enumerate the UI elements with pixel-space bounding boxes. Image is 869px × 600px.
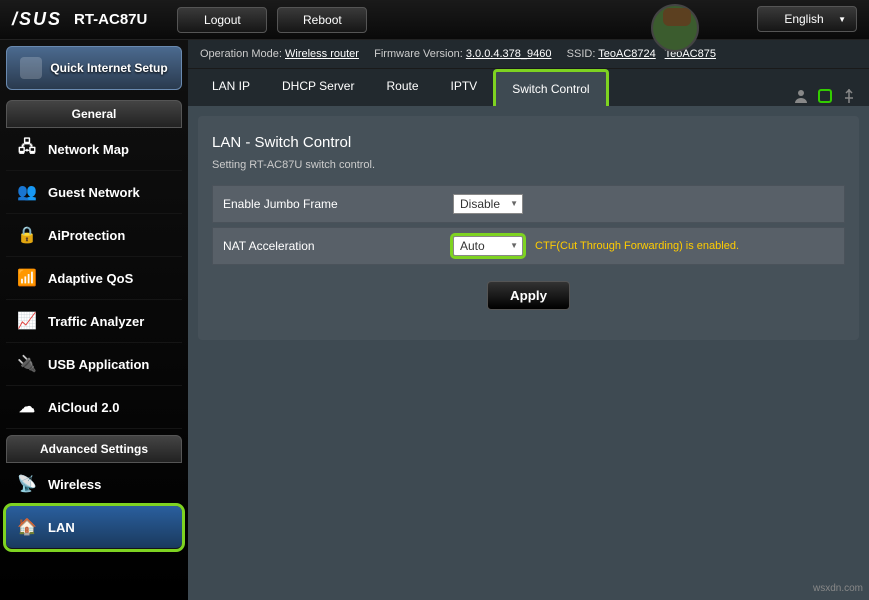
- nav-label: AiCloud 2.0: [48, 400, 120, 415]
- logout-button[interactable]: Logout: [177, 7, 267, 33]
- nav-label: AiProtection: [48, 228, 125, 243]
- link-icon[interactable]: [817, 88, 833, 104]
- op-mode-label: Operation Mode:: [200, 48, 282, 60]
- nav-icon: ☁: [16, 396, 38, 418]
- setting-select[interactable]: Disable: [453, 194, 523, 214]
- sidebar-item-adaptive-qos[interactable]: 📶 Adaptive QoS: [6, 257, 182, 300]
- advanced-header: Advanced Settings: [6, 435, 182, 463]
- topbar: /SUS RT-AC87U Logout Reboot English: [0, 0, 869, 40]
- nav-icon: 🔌: [16, 353, 38, 375]
- nav-label: Wireless: [48, 477, 101, 492]
- apply-button[interactable]: Apply: [487, 281, 570, 310]
- sidebar-item-network-map[interactable]: 🖧 Network Map: [6, 128, 182, 171]
- nav-label: Network Map: [48, 142, 129, 157]
- sidebar-item-aicloud-2-0[interactable]: ☁ AiCloud 2.0: [6, 386, 182, 429]
- nav-icon: 🔒: [16, 224, 38, 246]
- nav-label: Guest Network: [48, 185, 140, 200]
- language-select[interactable]: English: [757, 6, 857, 32]
- setting-select[interactable]: Auto: [453, 236, 523, 256]
- setting-row: NAT AccelerationAuto CTF(Cut Through Forw…: [212, 227, 845, 265]
- setting-row: Enable Jumbo FrameDisable: [212, 185, 845, 223]
- tab-lan-ip[interactable]: LAN IP: [196, 69, 266, 106]
- nav-label: Traffic Analyzer: [48, 314, 144, 329]
- brand-logo: /SUS: [12, 9, 62, 30]
- tabs: LAN IPDHCP ServerRouteIPTVSwitch Control: [188, 69, 869, 106]
- general-header: General: [6, 100, 182, 128]
- sidebar-item-traffic-analyzer[interactable]: 📈 Traffic Analyzer: [6, 300, 182, 343]
- reboot-button[interactable]: Reboot: [277, 7, 367, 33]
- sidebar: Quick Internet Setup General 🖧 Network Ma…: [0, 40, 188, 600]
- fw-label: Firmware Version:: [374, 48, 463, 60]
- setting-label: NAT Acceleration: [223, 239, 453, 253]
- user-icon[interactable]: [793, 88, 809, 104]
- container: Quick Internet Setup General 🖧 Network Ma…: [0, 40, 869, 600]
- nav-icon: 👥: [16, 181, 38, 203]
- sidebar-item-wireless[interactable]: 📡 Wireless: [6, 463, 182, 506]
- setting-label: Enable Jumbo Frame: [223, 197, 453, 211]
- wand-icon: [20, 57, 42, 79]
- status-bar: Operation Mode: Wireless router Firmware…: [188, 40, 869, 69]
- nav-label: USB Application: [48, 357, 149, 372]
- sidebar-item-guest-network[interactable]: 👥 Guest Network: [6, 171, 182, 214]
- quick-internet-setup-button[interactable]: Quick Internet Setup: [6, 46, 182, 90]
- nav-icon: 📡: [16, 473, 38, 495]
- avatar-icon: [651, 4, 699, 52]
- setting-note: CTF(Cut Through Forwarding) is enabled.: [535, 240, 739, 252]
- main-panel: Operation Mode: Wireless router Firmware…: [188, 40, 869, 600]
- tab-iptv[interactable]: IPTV: [435, 69, 494, 106]
- settings-panel: LAN - Switch Control Setting RT-AC87U sw…: [198, 116, 859, 340]
- nav-icon: 🖧: [16, 138, 38, 160]
- status-icons: [793, 88, 857, 104]
- tab-dhcp-server[interactable]: DHCP Server: [266, 69, 370, 106]
- nav-icon: 📈: [16, 310, 38, 332]
- sidebar-item-lan[interactable]: 🏠 LAN: [6, 506, 182, 549]
- tab-switch-control[interactable]: Switch Control: [493, 69, 608, 106]
- nav-label: Adaptive QoS: [48, 271, 133, 286]
- usb-icon[interactable]: [841, 88, 857, 104]
- nav-icon: 📶: [16, 267, 38, 289]
- panel-title: LAN - Switch Control: [212, 134, 845, 151]
- op-mode-value[interactable]: Wireless router: [285, 48, 359, 60]
- panel-description: Setting RT-AC87U switch control.: [212, 159, 845, 171]
- fw-value[interactable]: 3.0.0.4.378_9460: [466, 48, 552, 60]
- sidebar-item-aiprotection[interactable]: 🔒 AiProtection: [6, 214, 182, 257]
- watermark: wsxdn.com: [813, 583, 863, 594]
- ssid1[interactable]: TeoAC8724: [598, 48, 656, 60]
- ssid-label: SSID:: [567, 48, 596, 60]
- qis-label: Quick Internet Setup: [50, 61, 167, 75]
- sidebar-item-usb-application[interactable]: 🔌 USB Application: [6, 343, 182, 386]
- tab-route[interactable]: Route: [370, 69, 434, 106]
- nav-icon: 🏠: [16, 516, 38, 538]
- model-name: RT-AC87U: [74, 11, 147, 28]
- nav-label: LAN: [48, 520, 75, 535]
